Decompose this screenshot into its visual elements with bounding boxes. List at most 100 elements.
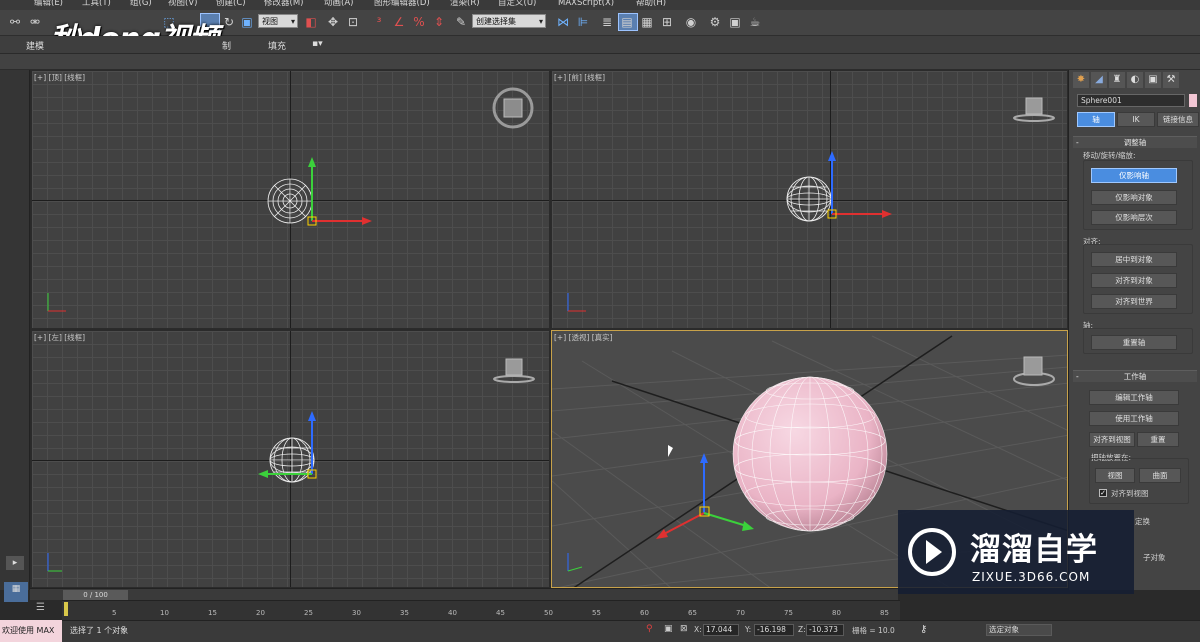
tick-label: 20 — [256, 609, 265, 617]
menu-rendering[interactable]: 渲染(R) — [450, 0, 480, 8]
maxscript-listener[interactable]: 欢迎使用 MAX — [0, 620, 62, 642]
align-to-view-checkbox[interactable]: ✓ — [1099, 489, 1107, 497]
edit-working-pivot-button[interactable]: 编辑工作轴 — [1089, 390, 1179, 405]
selected-set-dropdown[interactable]: 选定对象 — [986, 624, 1052, 636]
align-to-object-button[interactable]: 对齐到对象 — [1091, 273, 1177, 288]
time-slider[interactable]: 0 / 100 — [63, 590, 128, 600]
viewport-front[interactable]: [+] [前] [线框] — [551, 70, 1068, 329]
curve-editor-icon[interactable]: ▦ — [638, 13, 656, 31]
lock-selection-icon[interactable]: ⚲ — [646, 624, 653, 634]
affect-object-only-button[interactable]: 仅影响对象 — [1091, 190, 1177, 205]
viewport-front-label[interactable]: [+] [前] [线框] — [554, 72, 605, 83]
spinner-snap-icon[interactable]: ⇕ — [430, 13, 448, 31]
place-surface-button[interactable]: 曲面 — [1139, 468, 1181, 483]
viewport-top-label[interactable]: [+] [顶] [线框] — [34, 72, 85, 83]
align-to-world-button[interactable]: 对齐到世界 — [1091, 294, 1177, 309]
angle-snap-icon[interactable]: ∠ — [390, 13, 408, 31]
align-to-view-button[interactable]: 对齐到视图 — [1089, 432, 1135, 447]
link-icon[interactable]: ⚯ — [6, 13, 24, 31]
material-editor-icon[interactable]: ◉ — [682, 13, 700, 31]
collapse-arrow-icon[interactable]: ▸ — [6, 556, 24, 570]
z-coordinate-field[interactable]: -10.373 — [806, 624, 844, 636]
time-slider-track[interactable]: 0 / 100 — [30, 588, 898, 600]
menu-animation[interactable]: 动画(A) — [324, 0, 353, 8]
graphite-modeling-icon[interactable]: ▤ — [618, 13, 636, 31]
named-selection-dropdown[interactable]: 创建选择集 — [472, 14, 546, 29]
object-name-field[interactable]: Sphere001 — [1077, 94, 1185, 107]
snap-toggle-icon[interactable]: ³ — [370, 13, 388, 31]
tab-populate[interactable]: 填充 — [268, 39, 286, 52]
create-tab-icon[interactable]: ✸ — [1073, 72, 1089, 88]
menu-group[interactable]: 组(G) — [130, 0, 152, 8]
working-pivot-rollout[interactable]: - 工作轴 — [1073, 370, 1197, 382]
manipulate-icon[interactable]: ⊡ — [344, 13, 362, 31]
viewport-perspective-label[interactable]: [+] [透视] [真实] — [554, 332, 613, 343]
tick-label: 25 — [304, 609, 313, 617]
reset-pivot-button[interactable]: 重置轴 — [1091, 335, 1177, 350]
absolute-mode-icon[interactable]: ⊠ — [680, 624, 688, 634]
world-axes-left — [47, 553, 62, 572]
edit-named-selection-icon[interactable]: ✎ — [452, 13, 470, 31]
menu-graph-editors[interactable]: 图形编辑器(D) — [374, 0, 430, 8]
schematic-view-icon[interactable]: ⊞ — [658, 13, 676, 31]
adjust-pivot-rollout[interactable]: - 调整轴 — [1073, 136, 1197, 148]
key-filter-icon[interactable]: ☰ — [36, 602, 45, 613]
motion-tab-icon[interactable]: ◐ — [1127, 72, 1143, 88]
menu-help[interactable]: 帮助(H) — [636, 0, 666, 8]
hierarchy-tab-icon[interactable]: ♜ — [1109, 72, 1125, 88]
reset-working-pivot-button[interactable]: 重置 — [1137, 432, 1179, 447]
modify-tab-icon[interactable]: ◢ — [1091, 72, 1107, 88]
menu-maxscript[interactable]: MAXScript(X) — [558, 0, 614, 8]
layer-manager-icon[interactable]: ≣ — [598, 13, 616, 31]
use-working-pivot-button[interactable]: 使用工作轴 — [1089, 411, 1179, 426]
menu-create[interactable]: 创建(C) — [216, 0, 246, 8]
align-icon[interactable]: ⊫ — [574, 13, 592, 31]
menu-customize[interactable]: 自定义(U) — [498, 0, 536, 8]
viewport-top[interactable]: [+] [顶] [线框] — [31, 70, 550, 329]
viewcube — [505, 358, 523, 376]
left-toolbar: ▸ ▦ — [0, 70, 30, 602]
select-region-icon[interactable]: ▣ — [238, 13, 256, 31]
tab-modeling[interactable]: 建模 — [26, 39, 44, 52]
tab-freeform[interactable]: 制 — [222, 39, 231, 52]
x-coordinate-field[interactable]: 17.044 — [703, 624, 739, 636]
ribbon-options-icon[interactable]: ▪▾ — [312, 39, 323, 49]
center-to-object-button[interactable]: 居中到对象 — [1091, 252, 1177, 267]
affect-hierarchy-only-button[interactable]: 仅影响层次 — [1091, 210, 1177, 225]
utilities-tab-icon[interactable]: ⚒ — [1163, 72, 1179, 88]
reference-coordinate-dropdown[interactable]: 视图 — [258, 14, 298, 29]
grid-size-text: 栅格 = 10.0 — [852, 626, 895, 635]
tick-label: 30 — [352, 609, 361, 617]
tab-ik[interactable]: IK — [1117, 112, 1155, 127]
menu-modifiers[interactable]: 修改器(M) — [264, 0, 303, 8]
unlink-icon[interactable]: ⚮ — [26, 13, 44, 31]
rotate-view-icon[interactable]: ↻ — [220, 13, 238, 31]
viewport-left[interactable]: [+] [左] [线框] — [31, 330, 550, 588]
menu-tools[interactable]: 工具(T) — [82, 0, 111, 8]
affect-pivot-only-button[interactable]: 仅影响轴 — [1091, 168, 1177, 183]
render-production-icon[interactable]: ☕ — [746, 13, 764, 31]
render-setup-icon[interactable]: ⚙ — [706, 13, 724, 31]
menu-edit[interactable]: 编辑(E) — [34, 0, 63, 8]
use-pivot-center-icon[interactable]: ◧ — [302, 13, 320, 31]
place-view-button[interactable]: 视图 — [1095, 468, 1135, 483]
viewport-layout-icon[interactable]: ▦ — [4, 582, 28, 602]
key-mode-icon[interactable]: ⚷ — [920, 624, 927, 635]
track-bar[interactable]: 0 5 10 15 20 25 30 35 40 45 50 55 60 65 … — [62, 600, 900, 620]
y-coordinate-field[interactable]: -16.198 — [754, 624, 794, 636]
percent-snap-icon[interactable]: % — [410, 13, 428, 31]
tick-label: 85 — [880, 609, 889, 617]
move-icon[interactable]: ✥ — [324, 13, 342, 31]
rendered-frame-icon[interactable]: ▣ — [726, 13, 744, 31]
transform-gizmo-top — [307, 157, 372, 226]
isolate-icon[interactable]: ▣ — [664, 624, 673, 634]
viewport-left-label[interactable]: [+] [左] [线框] — [34, 332, 85, 343]
tab-pivot[interactable]: 轴 — [1077, 112, 1115, 127]
tab-link-info[interactable]: 链接信息 — [1157, 112, 1199, 127]
mirror-icon[interactable]: ⋈ — [554, 13, 572, 31]
current-frame-marker[interactable] — [64, 602, 68, 616]
working-pivot-title: 工作轴 — [1123, 372, 1147, 381]
display-tab-icon[interactable]: ▣ — [1145, 72, 1161, 88]
object-color-swatch[interactable] — [1189, 94, 1197, 107]
menu-view[interactable]: 视图(V) — [168, 0, 197, 8]
